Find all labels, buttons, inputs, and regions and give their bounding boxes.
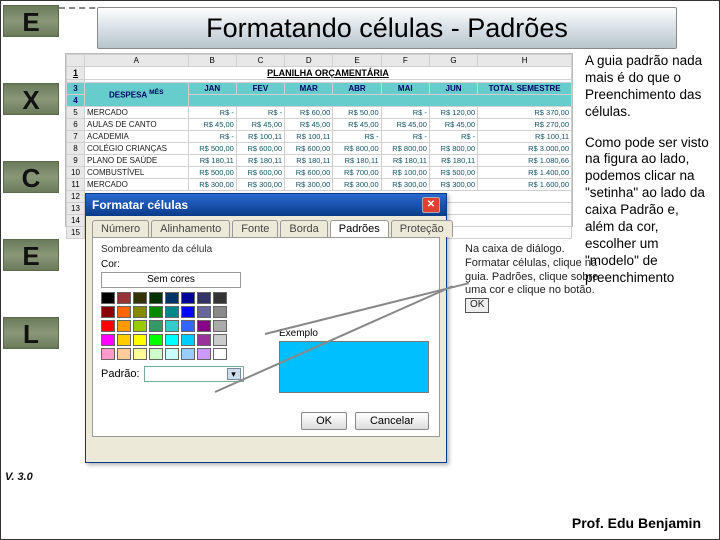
no-color-button[interactable]: Sem cores <box>101 272 241 288</box>
color-swatch[interactable] <box>197 320 211 332</box>
color-swatch[interactable] <box>197 334 211 346</box>
color-swatch[interactable] <box>149 306 163 318</box>
version-label: V. 3.0 <box>5 471 33 483</box>
table-row: 6AULAS DE CANTOR$ 45,00R$ 45,00R$ 45,00R… <box>67 119 572 131</box>
tab-numero[interactable]: Número <box>92 220 149 237</box>
color-swatch[interactable] <box>149 334 163 346</box>
color-swatch[interactable] <box>181 348 195 360</box>
color-swatch[interactable] <box>149 292 163 304</box>
color-swatch[interactable] <box>101 306 115 318</box>
color-swatch[interactable] <box>181 334 195 346</box>
color-swatch[interactable] <box>165 292 179 304</box>
color-swatch[interactable] <box>133 348 147 360</box>
dialog-titlebar[interactable]: Formatar células ✕ <box>86 194 446 216</box>
paragraph-2: Como pode ser visto na figura ao lado, p… <box>585 135 711 287</box>
color-swatch[interactable] <box>133 306 147 318</box>
group-label: Sombreamento da célula <box>101 244 431 255</box>
callout-note: Na caixa de diálogo. Formatar células, c… <box>465 243 603 313</box>
color-swatch[interactable] <box>117 292 131 304</box>
col-header-row: A B C D E F G H <box>67 55 572 67</box>
dialog-body: Sombreamento da célula Cor: Sem cores Pa… <box>92 237 440 437</box>
color-swatch[interactable] <box>213 292 227 304</box>
color-palette <box>101 292 241 360</box>
chevron-down-icon[interactable]: ▾ <box>227 368 241 380</box>
dialog-tabs: Número Alinhamento Fonte Borda Padrões P… <box>86 216 446 237</box>
color-label: Cor: <box>101 259 431 270</box>
color-swatch[interactable] <box>133 292 147 304</box>
color-swatch[interactable] <box>213 306 227 318</box>
table-row: 9PLANO DE SAÚDER$ 180,11R$ 180,11R$ 180,… <box>67 155 572 167</box>
color-swatch[interactable] <box>117 334 131 346</box>
tab-protecao[interactable]: Proteção <box>391 220 453 237</box>
color-swatch[interactable] <box>133 334 147 346</box>
color-swatch[interactable] <box>149 348 163 360</box>
color-swatch[interactable] <box>101 348 115 360</box>
color-swatch[interactable] <box>181 306 195 318</box>
table-row: 11MERCADOR$ 300,00R$ 300,00R$ 300,00R$ 3… <box>67 179 572 191</box>
color-swatch[interactable] <box>197 306 211 318</box>
page-title: Formatando células - Padrões <box>97 7 677 49</box>
color-swatch[interactable] <box>181 292 195 304</box>
color-swatch[interactable] <box>101 334 115 346</box>
color-swatch[interactable] <box>213 320 227 332</box>
color-swatch[interactable] <box>213 334 227 346</box>
color-swatch[interactable] <box>101 292 115 304</box>
color-swatch[interactable] <box>197 292 211 304</box>
sidebar-letter: C <box>3 161 59 193</box>
table-row: 10COMBUSTÍVELR$ 500,00R$ 600,00R$ 600,00… <box>67 167 572 179</box>
color-swatch[interactable] <box>165 348 179 360</box>
format-cells-dialog: Formatar células ✕ Número Alinhamento Fo… <box>85 193 447 463</box>
sidebar-letter: L <box>3 317 59 349</box>
color-swatch[interactable] <box>117 306 131 318</box>
color-swatch[interactable] <box>117 320 131 332</box>
color-swatch[interactable] <box>165 306 179 318</box>
sidebar-letter: E <box>3 5 59 37</box>
sheet-title: PLANILHA ORÇAMENTÁRIA <box>85 67 572 80</box>
color-swatch[interactable] <box>165 320 179 332</box>
slide: E X C E L V. 3.0 Formatando células - Pa… <box>0 0 720 540</box>
cancel-button[interactable]: Cancelar <box>355 412 429 430</box>
tab-padroes[interactable]: Padrões <box>330 220 389 237</box>
sidebar-letter: E <box>3 239 59 271</box>
close-icon[interactable]: ✕ <box>422 197 440 213</box>
color-swatch[interactable] <box>213 348 227 360</box>
ok-inline-icon: OK <box>465 298 489 313</box>
color-swatch[interactable] <box>117 348 131 360</box>
explanation-text: A guia padrão nada mais é do que o Preen… <box>585 53 711 300</box>
content-area: A B C D E F G H 1PLANILHA ORÇAMENTÁRIA 3… <box>65 53 715 493</box>
color-swatch[interactable] <box>181 320 195 332</box>
paragraph-1: A guia padrão nada mais é do que o Preen… <box>585 53 711 121</box>
tab-borda[interactable]: Borda <box>280 220 327 237</box>
table-row: 7ACADEMIAR$ -R$ 100,11R$ 100,11R$ -R$ -R… <box>67 131 572 143</box>
tab-alinhamento[interactable]: Alinhamento <box>151 220 230 237</box>
footer-author: Prof. Edu Benjamin <box>572 515 701 531</box>
color-swatch[interactable] <box>165 334 179 346</box>
tab-fonte[interactable]: Fonte <box>232 220 278 237</box>
color-swatch[interactable] <box>149 320 163 332</box>
dialog-title-text: Formatar células <box>92 198 188 212</box>
sidebar: E X C E L <box>1 1 61 481</box>
table-row: 8COLÉGIO CRIANÇASR$ 500,00R$ 600,00R$ 60… <box>67 143 572 155</box>
pattern-dropdown[interactable]: ▾ <box>144 366 244 382</box>
color-swatch[interactable] <box>197 348 211 360</box>
color-swatch[interactable] <box>101 320 115 332</box>
example-preview <box>279 341 429 393</box>
ok-button[interactable]: OK <box>301 412 347 430</box>
color-swatch[interactable] <box>133 320 147 332</box>
table-row: 5MERCADOR$ -R$ -R$ 60,00R$ 50,00R$ -R$ 1… <box>67 107 572 119</box>
pattern-label: Padrão: <box>101 368 140 380</box>
sidebar-letter: X <box>3 83 59 115</box>
header-despesa: DESPESA MÊS <box>85 83 189 107</box>
